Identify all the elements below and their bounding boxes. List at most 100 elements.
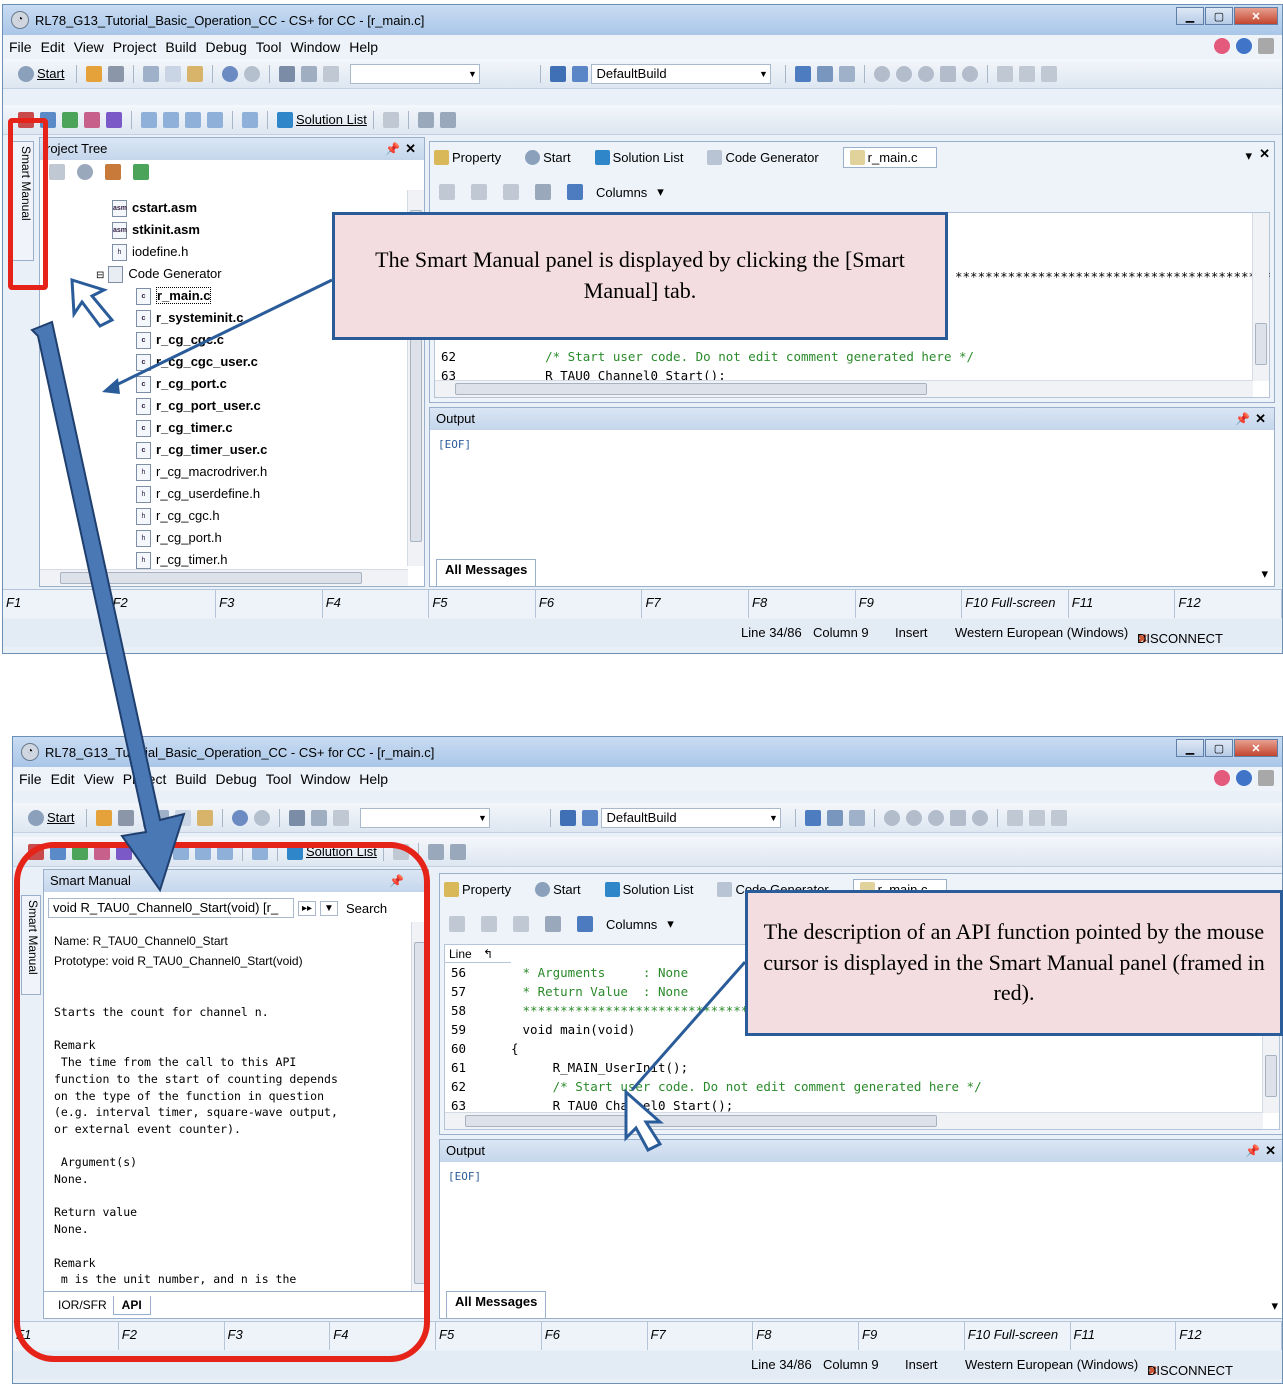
start-icon[interactable]: [18, 65, 34, 82]
menu-tool[interactable]: Tool: [266, 771, 292, 787]
fkey-f3[interactable]: F3: [216, 590, 323, 618]
tree-item[interactable]: h r_cg_port.h: [136, 530, 222, 548]
open-icon[interactable]: [86, 65, 103, 82]
list-icon[interactable]: [1007, 809, 1024, 826]
save-icon[interactable]: [108, 65, 125, 82]
menu-file[interactable]: File: [19, 771, 42, 787]
fkey-f12[interactable]: F12: [1176, 1322, 1282, 1350]
menu-help[interactable]: Help: [359, 771, 388, 787]
run-icon[interactable]: [896, 65, 913, 82]
tab-r-main[interactable]: r_main.c: [842, 146, 937, 168]
close-icon[interactable]: ✕: [1255, 408, 1266, 430]
redo-icon[interactable]: [244, 65, 261, 82]
fkey-f11[interactable]: F11: [1069, 590, 1176, 618]
menu-view[interactable]: View: [84, 771, 114, 787]
tab-solution-list[interactable]: Solution List: [604, 881, 706, 897]
close-button[interactable]: ✕: [1234, 739, 1278, 757]
tool-4-icon[interactable]: [84, 111, 100, 128]
copy-icon[interactable]: [165, 65, 182, 82]
copy-icon[interactable]: [175, 809, 192, 826]
save-icon[interactable]: [118, 809, 135, 826]
fkey-f5[interactable]: F5: [429, 590, 536, 618]
bookmark-next-icon[interactable]: [481, 916, 497, 932]
find-files-icon[interactable]: [323, 65, 340, 82]
build-icon[interactable]: [560, 809, 577, 826]
window-5-icon[interactable]: [242, 111, 258, 128]
close-icon[interactable]: ✕: [1265, 1140, 1276, 1162]
tool-7-icon[interactable]: [417, 111, 434, 128]
step-over-icon[interactable]: [940, 65, 957, 82]
build-config-select[interactable]: DefaultBuild ▼: [601, 807, 782, 828]
solution-list-button[interactable]: Solution List: [296, 112, 367, 127]
tab-start[interactable]: Start: [535, 881, 592, 897]
tree-tool-3-icon[interactable]: [105, 164, 121, 180]
tab-solution-list[interactable]: Solution List: [594, 149, 696, 165]
find-icon[interactable]: [279, 65, 296, 82]
menu-window[interactable]: Window: [290, 39, 340, 55]
tab-all-messages[interactable]: All Messages: [436, 559, 537, 586]
tree-item[interactable]: c r_main.c: [136, 287, 212, 306]
feedback-icon[interactable]: [1214, 770, 1230, 786]
tree-item[interactable]: h r_cg_timer.h: [136, 552, 228, 570]
fkey-f7[interactable]: F7: [648, 1322, 754, 1350]
tree-item[interactable]: c r_systeminit.c: [136, 310, 243, 328]
fkey-f1[interactable]: F1: [3, 590, 110, 618]
fkey-f10[interactable]: F10 Full-screen: [965, 1322, 1071, 1350]
tool-7-icon[interactable]: [427, 843, 444, 860]
tree-item[interactable]: h r_cg_cgc.h: [136, 508, 220, 526]
menu-build[interactable]: Build: [175, 771, 206, 787]
menu-edit[interactable]: Edit: [51, 771, 75, 787]
tree-item[interactable]: c r_cg_timer_user.c: [136, 442, 267, 460]
columns-menu[interactable]: Columns: [596, 185, 647, 200]
redo-icon[interactable]: [545, 916, 561, 932]
tree-item[interactable]: h iodefine.h: [112, 244, 188, 262]
fkey-f4[interactable]: F4: [323, 590, 430, 618]
bookmark-icon[interactable]: [439, 184, 455, 200]
tree-tool-2-icon[interactable]: [77, 164, 93, 180]
maximize-button[interactable]: ▢: [1205, 739, 1233, 757]
find-icon[interactable]: [289, 809, 306, 826]
download-icon[interactable]: [795, 65, 812, 82]
menu-debug[interactable]: Debug: [216, 771, 257, 787]
tree-item[interactable]: c r_cg_port_user.c: [136, 398, 261, 416]
menu-build[interactable]: Build: [165, 39, 196, 55]
tab-property[interactable]: Property: [434, 149, 513, 165]
fkey-f11[interactable]: F11: [1071, 1322, 1177, 1350]
start-icon[interactable]: [28, 809, 44, 826]
list-icon[interactable]: [997, 65, 1014, 82]
fkey-f2[interactable]: F2: [110, 590, 217, 618]
tree-item[interactable]: c r_cg_port.c: [136, 376, 227, 394]
stop-icon[interactable]: [874, 65, 891, 82]
replace-icon[interactable]: [311, 809, 328, 826]
tree-tool-1-icon[interactable]: [49, 164, 65, 180]
fkey-f7[interactable]: F7: [642, 590, 750, 618]
tab-dropdown[interactable]: ▾: [1245, 148, 1252, 164]
uncomment-icon[interactable]: [1051, 809, 1068, 826]
refresh-icon[interactable]: [133, 164, 149, 180]
bookmark-icon[interactable]: [449, 916, 465, 932]
tab-start[interactable]: Start: [525, 149, 582, 165]
fkey-f5[interactable]: F5: [436, 1322, 542, 1350]
fkey-f10[interactable]: F10 Full-screen: [962, 590, 1069, 618]
code-hscrollbar[interactable]: [445, 1112, 1263, 1129]
close-icon[interactable]: ✕: [1259, 146, 1270, 162]
close-button[interactable]: ✕: [1234, 7, 1278, 25]
maximize-button[interactable]: ▢: [1205, 7, 1233, 25]
replace-icon[interactable]: [301, 65, 318, 82]
tab-code-generator[interactable]: Code Generator: [707, 149, 830, 165]
fkey-f8[interactable]: F8: [749, 590, 856, 618]
columns-menu[interactable]: Columns: [606, 917, 657, 932]
tree-item[interactable]: h r_cg_macrodriver.h: [136, 464, 267, 482]
uncomment-icon[interactable]: [1041, 65, 1058, 82]
power-icon[interactable]: [1258, 38, 1274, 54]
tool-6-icon[interactable]: [382, 111, 399, 128]
tree-item[interactable]: c r_cg_cgc_user.c: [136, 354, 258, 372]
cut-icon[interactable]: [143, 65, 160, 82]
update-icon[interactable]: [1236, 770, 1252, 786]
tree-item[interactable]: c r_cg_timer.c: [136, 420, 233, 438]
undo-icon[interactable]: [232, 809, 249, 826]
tab-all-messages[interactable]: All Messages: [446, 1291, 547, 1318]
menu-view[interactable]: View: [74, 39, 104, 55]
pin-icon[interactable]: 📌: [385, 138, 400, 160]
pin-icon[interactable]: 📌: [1235, 408, 1250, 430]
